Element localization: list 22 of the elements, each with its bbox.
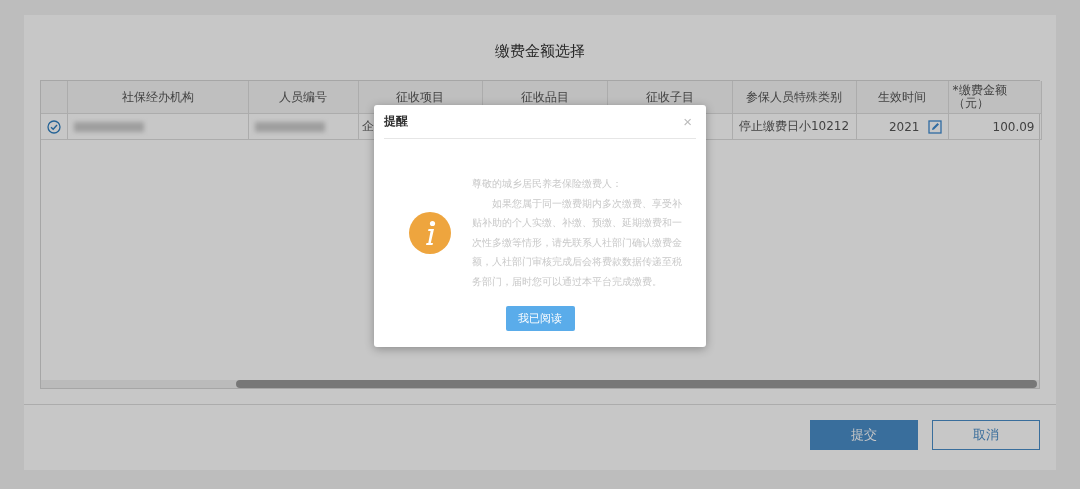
submit-button[interactable]: 提交 (810, 420, 918, 450)
info-icon (409, 211, 451, 254)
scrollbar-thumb[interactable] (236, 380, 1037, 388)
edit-icon[interactable] (927, 119, 942, 134)
cancel-button[interactable]: 取消 (932, 420, 1040, 450)
column-header: 社保经办机构 (67, 81, 248, 114)
blurred-text (254, 122, 325, 132)
table-cell: 100.09 (992, 119, 1035, 134)
table-cell: 企 (361, 119, 374, 133)
column-header: 生效时间 (856, 81, 948, 114)
scrollbar[interactable] (41, 380, 1039, 388)
confirm-button[interactable]: 我已阅读 (505, 305, 575, 331)
close-button[interactable]: × (679, 113, 696, 130)
alert-title: 提醒 (384, 113, 408, 130)
check-circle-icon[interactable] (46, 119, 61, 134)
column-header: *缴费金额（元） (948, 81, 1041, 114)
table-cell: 2021 (888, 119, 920, 134)
blurred-text (73, 122, 144, 132)
column-header: 人员编号 (248, 81, 358, 114)
table-cell: 停止缴费日小10212 (738, 119, 850, 133)
dialog-title: 缴费金额选择 (494, 41, 586, 62)
column-header: 参保人员特殊类别 (732, 81, 856, 114)
